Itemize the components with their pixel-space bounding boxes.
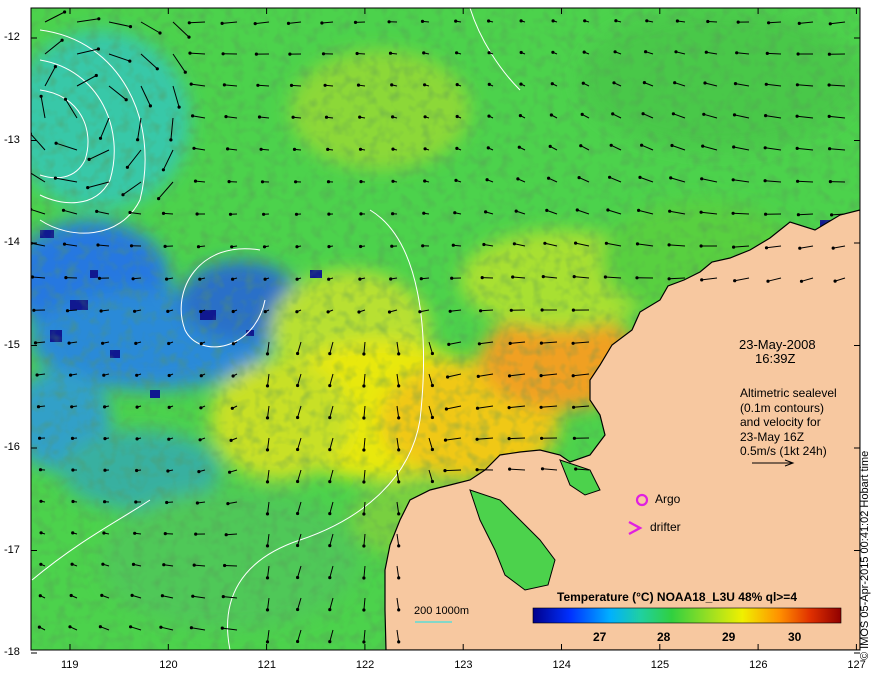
lat-tick-label: -12 [4,31,20,43]
altimetry-line: 23-May 16Z [740,429,805,444]
lon-tick-label: 123 [454,659,473,671]
colorbar-tick: 27 [593,630,607,644]
altimetry-note: Altimetric sealevel (0.1m contours) and … [740,386,837,459]
lat-tick-label: -18 [4,646,20,658]
colorbar-tick: 30 [788,630,802,644]
altimetry-line: (0.1m contours) [740,400,825,415]
lat-tick-label: -16 [4,441,20,453]
credit-line: © IMOS 05-Apr-2015 00:41:02 Hobart time [859,450,871,660]
bathy-label: 200 1000m [414,605,470,617]
lat-tick-label: -13 [4,133,20,146]
lon-tick-label: 126 [749,659,768,671]
lon-tick-label: 125 [650,659,670,671]
plot-area [31,8,860,650]
map-time: 16:39Z [755,351,796,366]
lon-tick-label: 119 [61,659,79,671]
colorbar-tick: 28 [657,630,671,644]
lon-tick-label: 124 [552,659,571,671]
lon-tick-label: 122 [355,659,375,671]
lat-tick-label: -15 [4,338,20,351]
altimetry-line: 0.5m/s (1kt 24h) [740,444,827,458]
lat-tick-label: -17 [4,543,20,556]
lat-tick-label: -14 [4,236,20,248]
lon-tick-label: 120 [159,659,178,671]
altimetry-line: and velocity for [740,415,821,429]
colorbar-title: Temperature (°C) NOAA18_L3U 48% ql>=4 [557,590,797,604]
colorbar-tick: 29 [722,630,736,644]
map-date: 23-May-2008 [739,337,816,352]
drifter-label: drifter [650,520,681,534]
colorbar [532,607,842,624]
lon-tick-label: 127 [847,659,866,671]
argo-label: Argo [655,492,681,506]
altimetry-line: Altimetric sealevel [740,386,837,400]
lon-tick-label: 121 [257,659,276,671]
